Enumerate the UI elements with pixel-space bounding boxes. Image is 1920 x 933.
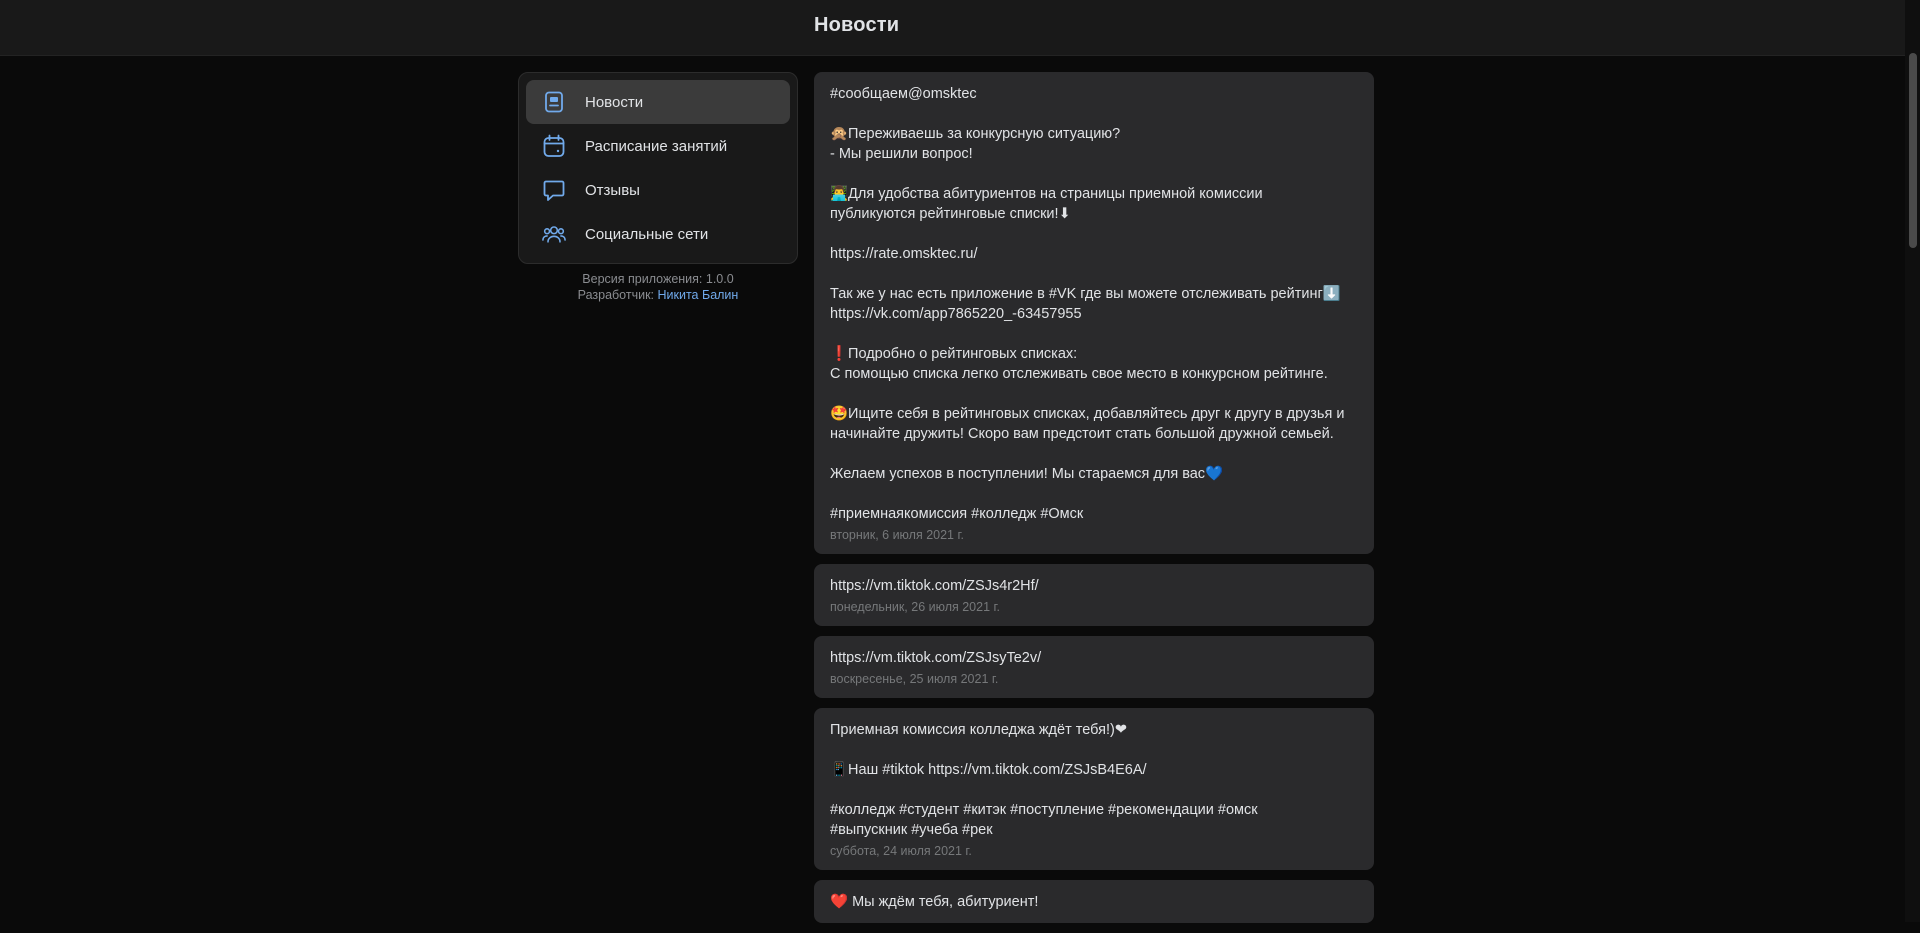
developer-prefix: Разработчик: <box>577 288 655 302</box>
post-text-line[interactable]: 📱Наш #tiktok https://vm.tiktok.com/ZSJsB… <box>830 760 1358 780</box>
post-text-line: #колледж #студент #китэк #поступление #р… <box>830 802 1258 818</box>
app-version: Версия приложения: 1.0.0 <box>582 272 734 286</box>
news-post: https://vm.tiktok.com/ZSJsyTe2v/воскресе… <box>814 636 1374 698</box>
sidebar-item-reviews[interactable]: Отзывы <box>526 168 790 212</box>
scrollbar-thumb[interactable] <box>1909 53 1917 248</box>
post-text-line <box>830 324 1358 344</box>
post-text-line: 🤩Ищите себя в рейтинговых списках, добав… <box>830 406 1345 422</box>
post-text-line <box>830 384 1358 404</box>
post-text-line: - Мы решили вопрос! <box>830 146 973 162</box>
post-text-line[interactable]: https://vk.com/app7865220_-63457955 <box>830 304 1358 324</box>
top-header: Новости <box>0 0 1905 56</box>
sidebar-item-label: Отзывы <box>585 181 640 199</box>
post-date: вторник, 6 июля 2021 г. <box>830 528 964 542</box>
post-text-line[interactable]: https://rate.omsktec.ru/ <box>830 244 1358 264</box>
page-scrollbar[interactable] <box>1905 0 1920 922</box>
post-text-line <box>830 104 1358 124</box>
post-text-line: Приемная комиссия колледжа ждёт тебя!)❤ <box>830 722 1127 738</box>
post-text-line: ❤️ Мы ждём тебя, абитуриент! <box>830 894 1039 910</box>
post-text-line <box>830 780 1358 800</box>
post-text-line: Желаем успехов в поступлении! Мы стараем… <box>830 466 1224 482</box>
post-text-line <box>830 484 1358 504</box>
news-post: https://vm.tiktok.com/ZSJs4r2Hf/понедель… <box>814 564 1374 626</box>
post-date: понедельник, 26 июля 2021 г. <box>830 600 1001 614</box>
sidebar-item-social[interactable]: Социальные сети <box>526 212 790 256</box>
developer-link[interactable]: Никита Балин <box>658 288 739 302</box>
post-text-line: 🙊Переживаешь за конкурсную ситуацию? <box>830 126 1121 142</box>
sidebar-item-label: Новости <box>585 93 644 111</box>
post-text-line: публикуются рейтинговые списки!⬇ <box>830 206 1071 222</box>
post-text-line: начинайте дружить! Скоро вам предстоит с… <box>830 426 1334 442</box>
post-text-line: ❗Подробно о рейтинговых списках: <box>830 346 1078 362</box>
page-title: Новости <box>814 14 900 36</box>
post-text-line: Так же у нас есть приложение в #VK где в… <box>830 286 1341 302</box>
chat-bubble-icon <box>542 178 566 202</box>
post-text-line <box>830 224 1358 244</box>
developer-credit: Разработчик: Никита Балин <box>518 287 798 303</box>
post-text-line <box>830 164 1358 184</box>
post-text-line: #приемнаякомиссия #колледж #Омск <box>830 506 1084 522</box>
post-text-line: #выпускник #учеба #рек <box>830 822 993 838</box>
post-text-line[interactable]: https://vm.tiktok.com/ZSJs4r2Hf/ <box>830 576 1358 596</box>
sidebar-item-label: Социальные сети <box>585 225 709 243</box>
news-post: ❤️ Мы ждём тебя, абитуриент! <box>814 880 1374 923</box>
app-info: Версия приложения: 1.0.0 Разработчик: Ни… <box>518 271 798 303</box>
sidebar-item-label: Расписание занятий <box>585 137 728 155</box>
post-text-line[interactable]: https://vm.tiktok.com/ZSJsyTe2v/ <box>830 648 1358 668</box>
news-post: #сообщаем@omsktec 🙊Переживаешь за конкурс… <box>814 72 1374 554</box>
sidebar-nav: Новости Расписание занятий Отзывы Социал… <box>518 72 798 264</box>
sidebar-item-schedule[interactable]: Расписание занятий <box>526 124 790 168</box>
news-post: Приемная комиссия колледжа ждёт тебя!)❤ 📱… <box>814 708 1374 870</box>
news-icon <box>542 90 566 114</box>
post-text-line <box>830 444 1358 464</box>
news-feed: #сообщаем@omsktec 🙊Переживаешь за конкурс… <box>814 72 1374 933</box>
post-text-line <box>830 264 1358 284</box>
post-text-line: 👨‍💻Для удобства абитуриентов на страницы… <box>830 186 1263 202</box>
users-icon <box>542 222 566 246</box>
sidebar-item-news[interactable]: Новости <box>526 80 790 124</box>
post-text-line: #сообщаем@omsktec <box>830 86 977 102</box>
post-text-line <box>830 740 1358 760</box>
calendar-icon <box>542 134 566 158</box>
post-text-line: С помощью списка легко отслеживать свое … <box>830 366 1328 382</box>
post-date: воскресенье, 25 июля 2021 г. <box>830 672 999 686</box>
post-date: суббота, 24 июля 2021 г. <box>830 844 972 858</box>
